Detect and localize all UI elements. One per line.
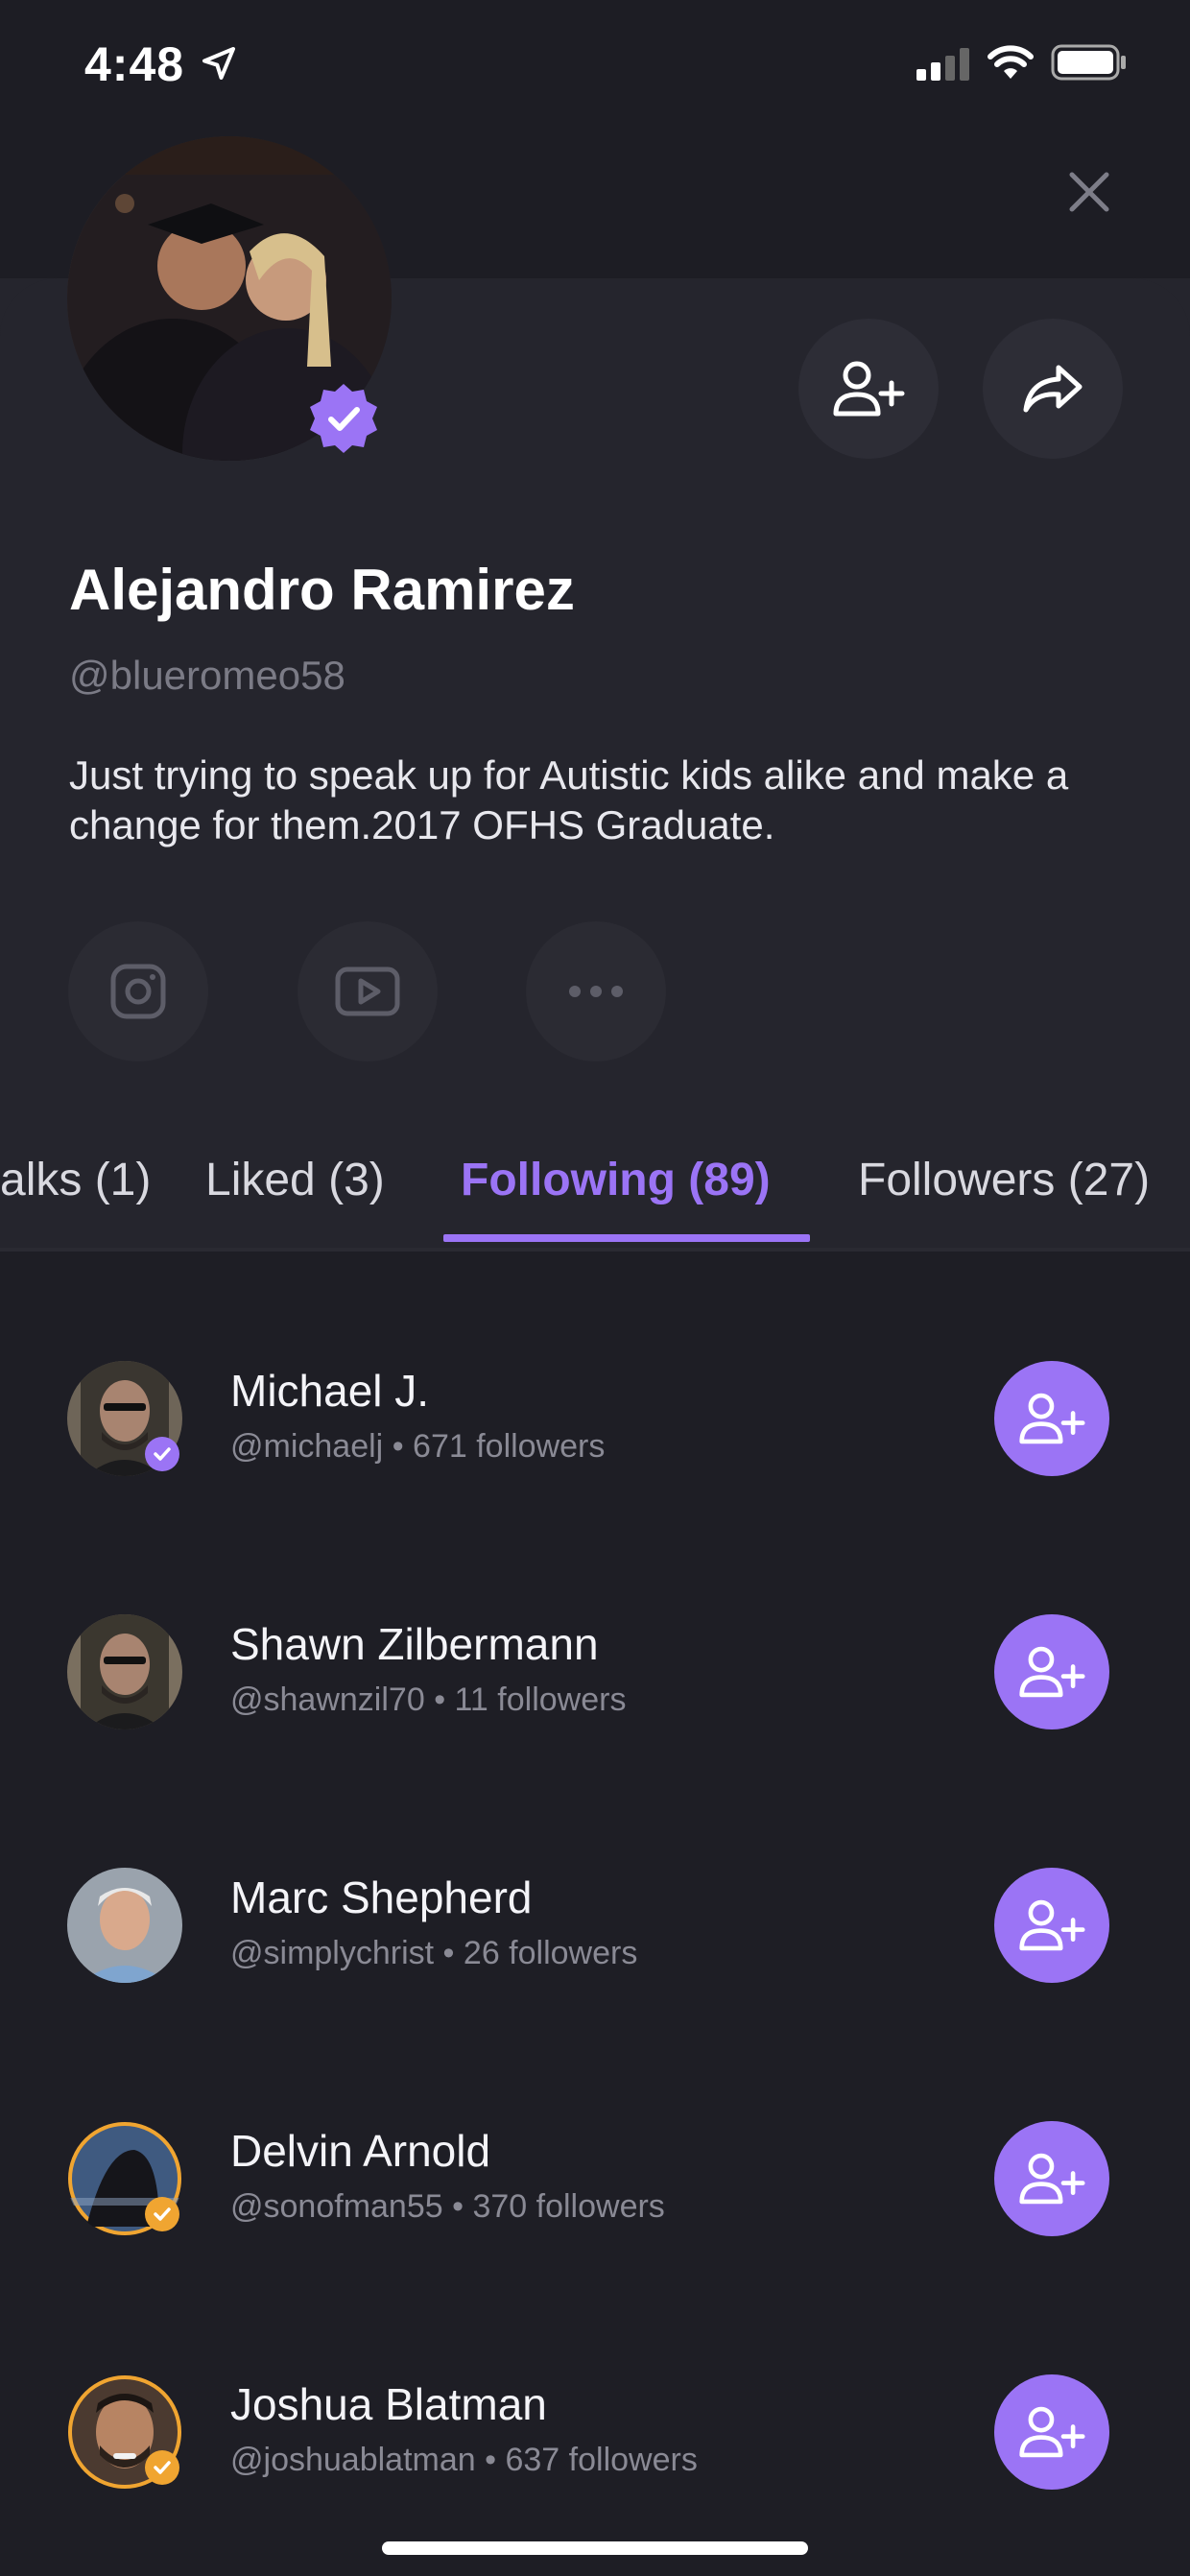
- status-bar: 4:48: [0, 0, 1190, 134]
- follow-button[interactable]: [994, 1868, 1109, 1983]
- verified-badge-icon: [145, 1437, 179, 1471]
- avatar: [67, 1614, 182, 1729]
- person-add-icon: [1019, 1899, 1085, 1951]
- follow-button[interactable]: [994, 2121, 1109, 2236]
- user-name: Joshua Blatman: [230, 2379, 547, 2429]
- user-follower-count: 637 followers: [505, 2442, 698, 2478]
- status-time: 4:48: [84, 37, 185, 91]
- user-name: Marc Shepherd: [230, 1872, 533, 1922]
- user-handle: @joshuablatman: [230, 2442, 476, 2478]
- home-indicator[interactable]: [382, 2541, 808, 2555]
- active-tab-indicator: [443, 1234, 810, 1242]
- user-follower-count: 671 followers: [413, 1428, 606, 1465]
- person-add-icon: [1019, 1646, 1085, 1698]
- user-meta: @shawnzil70 • 11 followers: [230, 1682, 626, 1719]
- follow-button[interactable]: [994, 2374, 1109, 2490]
- list-item[interactable]: Marc Shepherd @simplychrist • 26 followe…: [0, 1799, 1190, 2052]
- profile-bio: Just trying to speak up for Autistic kid…: [69, 752, 1069, 847]
- user-handle: @michaelj: [230, 1428, 384, 1465]
- user-name: Shawn Zilbermann: [230, 1619, 599, 1669]
- user-meta: @sonofman55 • 370 followers: [230, 2188, 665, 2226]
- verified-badge-icon: [145, 2450, 179, 2485]
- verified-badge-icon: [145, 2197, 179, 2231]
- list-item[interactable]: Shawn Zilbermann @shawnzil70 • 11 follow…: [0, 1545, 1190, 1799]
- list-item[interactable]: Joshua Blatman @joshuablatman • 637 foll…: [0, 2305, 1190, 2559]
- list-item[interactable]: Delvin Arnold @sonofman55 • 370 follower…: [0, 2052, 1190, 2305]
- share-button[interactable]: [983, 319, 1123, 459]
- user-meta: @simplychrist • 26 followers: [230, 1935, 637, 1972]
- user-follower-count: 11 followers: [454, 1682, 627, 1718]
- user-name: Delvin Arnold: [230, 2126, 491, 2176]
- user-handle: @sonofman55: [230, 2188, 443, 2225]
- youtube-icon: [335, 966, 400, 1016]
- more-button[interactable]: [526, 921, 666, 1061]
- share-arrow-icon: [1023, 365, 1083, 413]
- avatar: [67, 1868, 182, 1983]
- tab-followers[interactable]: Followers (27): [858, 1154, 1150, 1206]
- location-arrow-icon: [202, 47, 235, 80]
- battery-icon: [1051, 44, 1126, 81]
- verified-badge-icon: [310, 384, 377, 453]
- person-add-icon: [833, 361, 905, 417]
- user-name: Michael J.: [230, 1366, 430, 1416]
- user-handle: @shawnzil70: [230, 1682, 425, 1718]
- tab-divider: [0, 1248, 1190, 1252]
- follow-button[interactable]: [994, 1614, 1109, 1729]
- user-follower-count: 370 followers: [472, 2188, 665, 2225]
- separator: •: [485, 2442, 497, 2478]
- person-add-icon: [1019, 2406, 1085, 2458]
- avatar: [67, 2374, 182, 2490]
- more-dots-icon: [569, 986, 623, 997]
- avatar-photo: [67, 1868, 182, 1983]
- person-add-icon: [1019, 1393, 1085, 1444]
- profile-handle: @blueromeo58: [69, 653, 345, 698]
- avatar: [67, 2121, 182, 2236]
- profile-tabs: alks (1) Liked (3) Following (89) Follow…: [0, 1113, 1190, 1248]
- youtube-button[interactable]: [298, 921, 438, 1061]
- separator: •: [452, 2188, 464, 2225]
- separator: •: [434, 1682, 446, 1718]
- close-icon[interactable]: [1060, 163, 1118, 221]
- profile-name: Alejandro Ramirez: [69, 558, 575, 622]
- separator: •: [442, 1935, 455, 1971]
- user-meta: @joshuablatman • 637 followers: [230, 2442, 698, 2479]
- add-friend-button[interactable]: [798, 319, 939, 459]
- person-add-icon: [1019, 2153, 1085, 2205]
- tab-talks[interactable]: alks (1): [0, 1154, 151, 1206]
- separator: •: [392, 1428, 404, 1465]
- cellular-signal-icon: [916, 48, 969, 81]
- user-meta: @michaelj • 671 followers: [230, 1428, 605, 1466]
- tab-following[interactable]: Following (89): [461, 1154, 771, 1206]
- list-item[interactable]: Michael J. @michaelj • 671 followers: [0, 1292, 1190, 1545]
- wifi-icon: [988, 45, 1034, 79]
- user-follower-count: 26 followers: [463, 1935, 638, 1971]
- follow-button[interactable]: [994, 1361, 1109, 1476]
- instagram-button[interactable]: [68, 921, 208, 1061]
- tab-liked[interactable]: Liked (3): [205, 1154, 385, 1206]
- user-handle: @simplychrist: [230, 1935, 435, 1971]
- avatar-photo: [67, 1614, 182, 1729]
- instagram-icon: [110, 964, 166, 1019]
- avatar: [67, 1361, 182, 1476]
